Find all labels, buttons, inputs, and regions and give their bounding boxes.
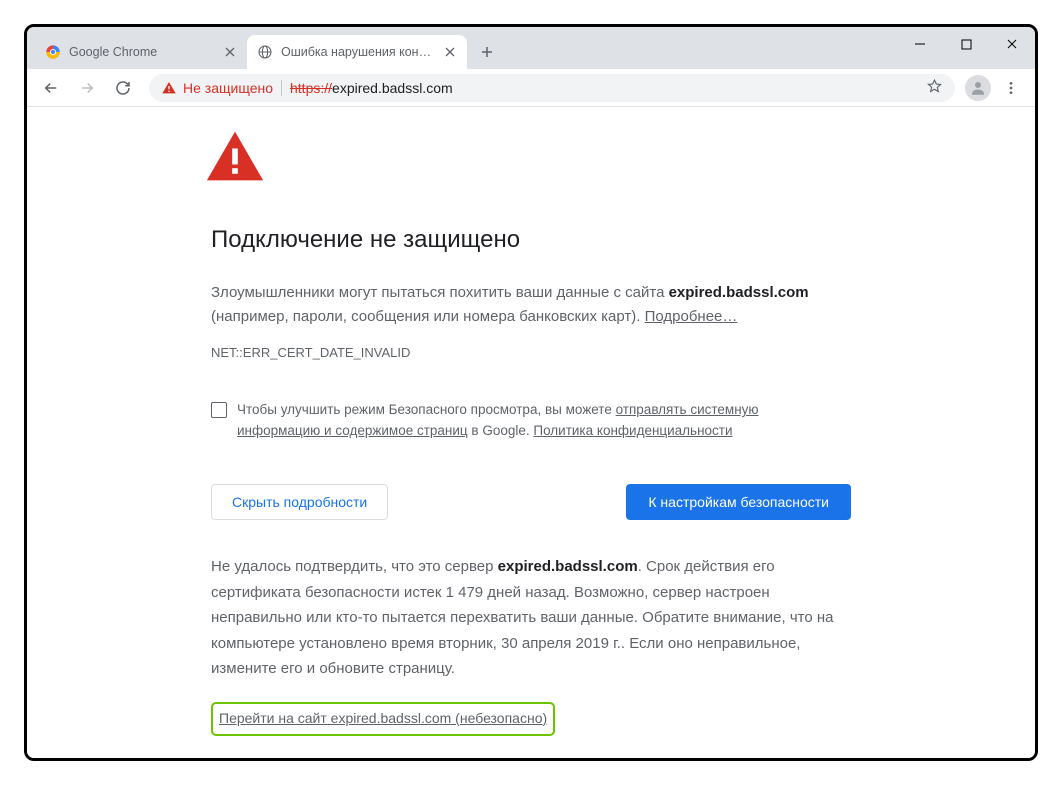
- details-domain: expired.badssl.com: [498, 558, 638, 575]
- tab-active-error[interactable]: Ошибка нарушения конфиденц: [247, 35, 467, 69]
- not-secure-label: Не защищено: [183, 80, 273, 96]
- menu-button[interactable]: [995, 72, 1027, 104]
- tab-title: Google Chrome: [69, 45, 215, 59]
- close-icon[interactable]: [223, 45, 237, 59]
- page-heading: Подключение не защищено: [211, 221, 851, 259]
- page-viewport[interactable]: Подключение не защищено Злоумышленники м…: [27, 107, 1035, 758]
- new-tab-button[interactable]: [473, 38, 501, 66]
- intro-suffix: (например, пароли, сообщения или номера …: [211, 308, 645, 325]
- forward-button[interactable]: [71, 72, 103, 104]
- back-button[interactable]: [35, 72, 67, 104]
- safety-settings-button[interactable]: К настройкам безопасности: [626, 484, 851, 520]
- opt-in-row: Чтобы улучшить режим Безопасного просмот…: [211, 400, 771, 442]
- details-paragraph: Не удалось подтвердить, что это сервер e…: [211, 554, 851, 682]
- window-controls: [897, 27, 1035, 61]
- tab-title: Ошибка нарушения конфиденц: [281, 45, 435, 59]
- error-code: NET::ERR_CERT_DATE_INVALID: [211, 343, 851, 364]
- tab-strip: Google Chrome Ошибка нарушения конфиденц: [27, 27, 1035, 69]
- opt-in-checkbox[interactable]: [211, 402, 227, 418]
- warning-triangle-icon: [161, 80, 177, 96]
- opt-in-text: Чтобы улучшить режим Безопасного просмот…: [237, 400, 771, 442]
- privacy-policy-link[interactable]: Политика конфиденциальности: [533, 423, 732, 438]
- bookmark-star-icon[interactable]: [926, 78, 943, 98]
- proceed-unsafe-link[interactable]: Перейти на сайт expired.badssl.com (небе…: [219, 710, 547, 726]
- proceed-highlight: Перейти на сайт expired.badssl.com (небе…: [211, 702, 555, 736]
- hide-details-button[interactable]: Скрыть подробности: [211, 484, 388, 520]
- minimize-button[interactable]: [897, 27, 943, 61]
- tab-google-chrome[interactable]: Google Chrome: [35, 35, 247, 69]
- page-warning-icon: [205, 129, 851, 191]
- separator: [281, 80, 282, 96]
- globe-icon: [257, 44, 273, 60]
- toolbar: Не защищено https://expired.badssl.com: [27, 69, 1035, 107]
- close-icon[interactable]: [443, 45, 457, 59]
- url-host: expired.badssl.com: [332, 80, 453, 96]
- maximize-button[interactable]: [943, 27, 989, 61]
- reload-button[interactable]: [107, 72, 139, 104]
- not-secure-chip[interactable]: Не защищено: [161, 80, 273, 96]
- intro-domain: expired.badssl.com: [669, 284, 809, 301]
- intro-paragraph: Злоумышленники могут пытаться похитить в…: [211, 281, 851, 329]
- close-window-button[interactable]: [989, 27, 1035, 61]
- learn-more-link[interactable]: Подробнее…: [645, 308, 738, 325]
- address-bar[interactable]: Не защищено https://expired.badssl.com: [149, 74, 955, 102]
- chrome-icon: [45, 44, 61, 60]
- intro-text: Злоумышленники могут пытаться похитить в…: [211, 284, 669, 301]
- url-scheme: https://: [290, 80, 332, 96]
- profile-avatar[interactable]: [965, 75, 991, 101]
